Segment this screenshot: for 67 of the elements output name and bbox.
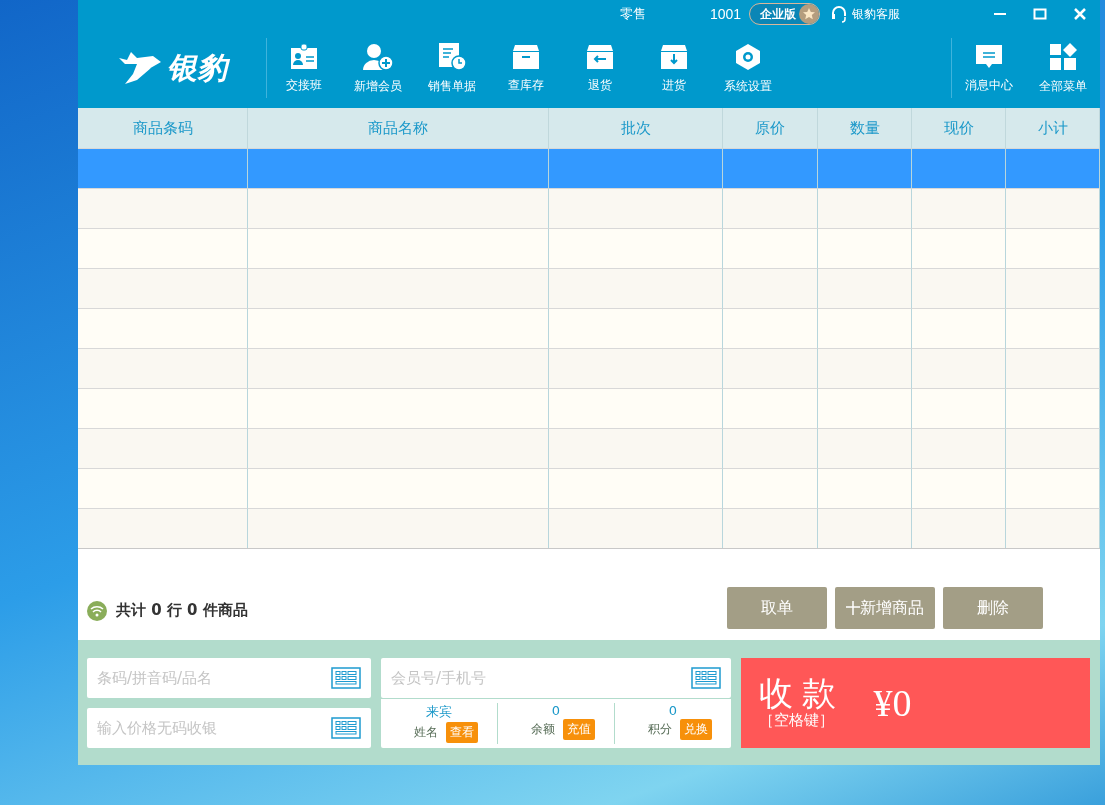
toolbar-button[interactable]: 退货	[563, 43, 637, 93]
column-header[interactable]: 小计	[1006, 108, 1100, 148]
column-header[interactable]: 原价	[723, 108, 818, 148]
settings-icon	[735, 42, 761, 71]
action-button[interactable]: 新增商品	[835, 587, 935, 629]
wifi-icon	[86, 599, 108, 622]
table-row[interactable]	[78, 308, 1100, 348]
table-row[interactable]	[78, 428, 1100, 468]
column-header[interactable]: 批次	[549, 108, 723, 148]
maximize-icon	[1033, 7, 1047, 21]
close-icon	[1073, 7, 1087, 21]
table-row[interactable]	[78, 148, 1100, 188]
toolbar-button[interactable]: 交接班	[267, 43, 341, 93]
stat-action-button[interactable]: 充值	[563, 719, 595, 740]
stat-label: 余额	[531, 721, 555, 738]
column-header[interactable]: 商品条码	[78, 108, 248, 148]
column-header[interactable]: 商品名称	[248, 108, 549, 148]
price-input-field[interactable]: 输入价格无码收银	[87, 708, 371, 748]
stat-label: 积分	[648, 721, 672, 738]
box-arrow-left-icon	[586, 43, 614, 70]
add-user-icon	[362, 42, 394, 71]
keyboard-icon	[331, 717, 361, 739]
shortcut-hint: ［空格键］	[759, 711, 834, 731]
stat-label: 姓名	[414, 724, 438, 741]
table-row[interactable]	[78, 188, 1100, 228]
edition-badge: 企业版	[749, 3, 821, 25]
id-badge-icon	[290, 43, 318, 70]
stat-action-button[interactable]: 查看	[446, 722, 478, 743]
checkout-button[interactable]: 收 款 ［空格键］ ¥0	[741, 658, 1090, 748]
toolbar-button[interactable]: 系统设置	[711, 42, 785, 94]
toolbar-button[interactable]: 新增会员	[341, 42, 415, 94]
document-clock-icon	[437, 42, 467, 71]
grid-menu-icon	[1049, 42, 1077, 71]
message-icon	[975, 43, 1003, 70]
mode-label: 零售	[620, 5, 646, 23]
box-arrow-down-icon	[660, 43, 688, 70]
headset-icon	[830, 5, 849, 23]
table-row[interactable]	[78, 268, 1100, 308]
action-button[interactable]: 取单	[727, 587, 827, 629]
table-row[interactable]	[78, 348, 1100, 388]
table-row[interactable]	[78, 228, 1100, 268]
item-count-summary: 共计 0 行 0 件商品	[116, 601, 248, 620]
store-number: 1001	[710, 6, 742, 22]
action-button[interactable]: 删除	[943, 587, 1043, 629]
stat-action-button[interactable]: 兑换	[680, 719, 712, 740]
checkout-label: 收 款	[759, 675, 836, 712]
toolbar-button[interactable]: 消息中心	[952, 43, 1026, 93]
member-search-field[interactable]: 会员号/手机号	[381, 658, 731, 698]
keyboard-icon	[691, 667, 721, 689]
toolbar-button[interactable]: 全部菜单	[1026, 42, 1100, 94]
toolbar-button[interactable]: 进货	[637, 43, 711, 93]
toolbar-button[interactable]: 销售单据	[415, 42, 489, 94]
barcode-search-field[interactable]: 条码/拼音码/品名	[87, 658, 371, 698]
toolbar-button[interactable]: 查库存	[489, 43, 563, 93]
box-icon	[512, 43, 540, 70]
table-row[interactable]	[78, 388, 1100, 428]
column-header[interactable]: 数量	[818, 108, 912, 148]
table-row[interactable]	[78, 508, 1100, 548]
checkout-amount: ¥0	[873, 681, 912, 725]
column-header[interactable]: 现价	[912, 108, 1006, 148]
stat-value: 来宾	[426, 703, 452, 721]
table-row[interactable]	[78, 468, 1100, 508]
support-link[interactable]: 银豹客服	[830, 5, 901, 23]
stat-value: 0	[551, 703, 561, 718]
plus-icon	[846, 601, 860, 615]
keyboard-icon	[331, 667, 361, 689]
stat-value: 0	[668, 703, 678, 718]
